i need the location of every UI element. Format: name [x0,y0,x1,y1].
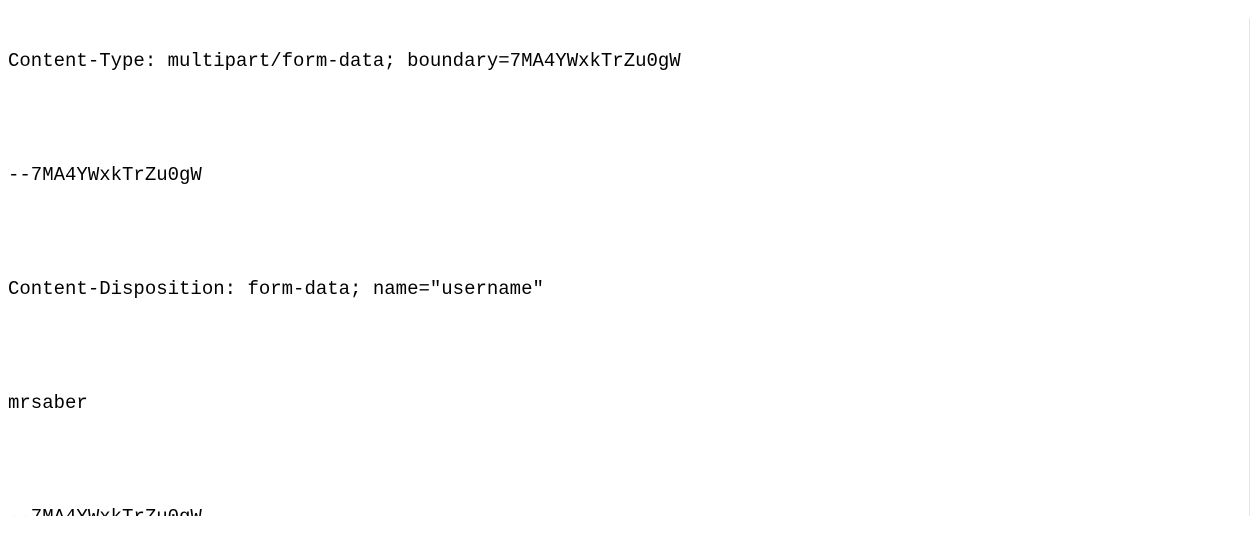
code-line: mrsaber [8,389,1249,418]
code-line: --7MA4YWxkTrZu0gW [8,161,1249,190]
code-line [8,104,1249,133]
code-line: --7MA4YWxkTrZu0gW [8,503,1249,517]
code-block: Content-Type: multipart/form-data; bound… [8,18,1250,516]
code-line: Content-Type: multipart/form-data; bound… [8,47,1249,76]
code-line [8,218,1249,247]
code-line: Content-Disposition: form-data; name="us… [8,275,1249,304]
code-line [8,332,1249,361]
code-line [8,446,1249,475]
